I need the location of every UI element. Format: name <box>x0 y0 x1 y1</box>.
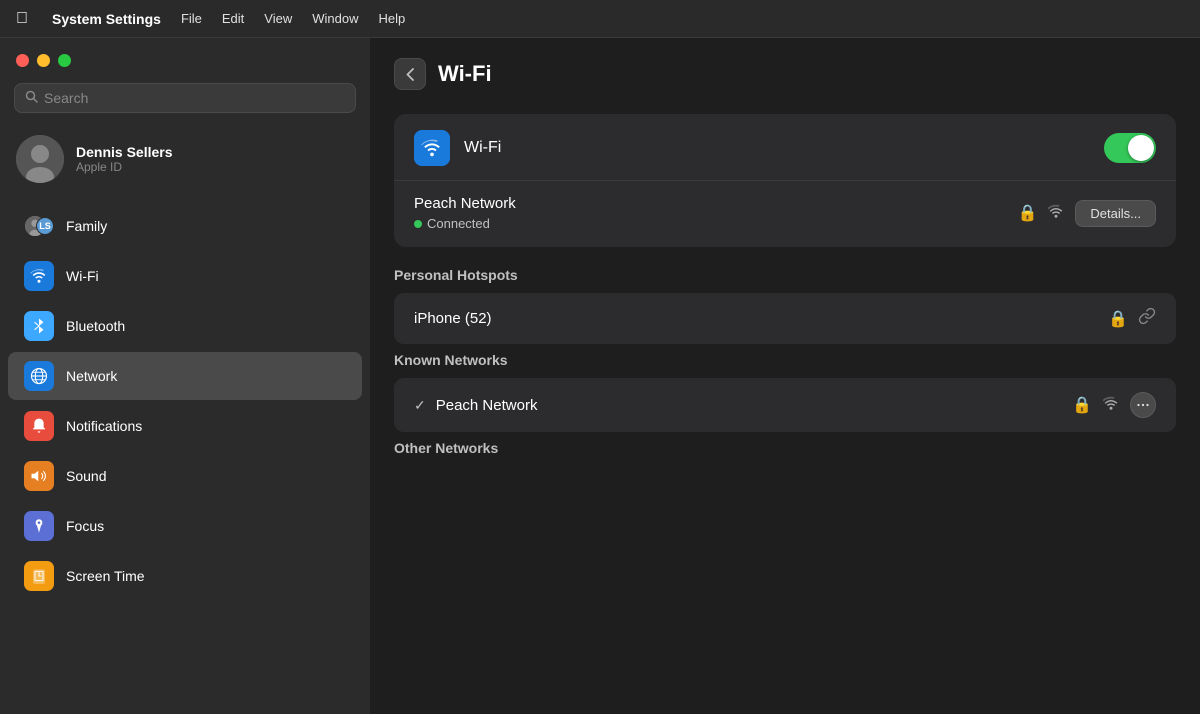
family-avatars-icon: LS <box>24 211 54 241</box>
maximize-button[interactable] <box>58 54 71 67</box>
sidebar-item-label-notifications: Notifications <box>66 418 142 434</box>
known-network-item: ✓ Peach Network 🔒 <box>394 378 1176 432</box>
search-input[interactable]: Search <box>44 90 88 106</box>
avatar <box>16 135 64 183</box>
screentime-icon <box>24 561 54 591</box>
menu-edit[interactable]: Edit <box>222 11 244 26</box>
checkmark-icon: ✓ <box>414 397 426 414</box>
details-button[interactable]: Details... <box>1075 200 1156 227</box>
apple-logo-icon[interactable]:  <box>16 10 28 28</box>
sidebar-item-notifications[interactable]: Notifications <box>8 402 362 450</box>
wifi-main-icon <box>414 130 450 166</box>
hotspot-lock-icon: 🔒 <box>1108 309 1128 329</box>
main-content: Wi-Fi Wi-Fi <box>370 38 1200 714</box>
menu-window[interactable]: Window <box>312 11 358 26</box>
user-name: Dennis Sellers <box>76 144 173 160</box>
divider <box>394 180 1176 181</box>
hotspot-item: iPhone (52) 🔒 <box>394 293 1176 344</box>
wifi-toggle-label: Wi-Fi <box>464 139 501 157</box>
sidebar-item-family[interactable]: LS Family <box>8 202 362 250</box>
connected-badge: Connected <box>414 216 516 231</box>
minimize-button[interactable] <box>37 54 50 67</box>
menu-file[interactable]: File <box>181 11 202 26</box>
search-icon <box>25 90 38 106</box>
hotspot-item-left: iPhone (52) <box>414 310 492 327</box>
close-button[interactable] <box>16 54 29 67</box>
traffic-lights <box>0 54 370 83</box>
user-info: Dennis Sellers Apple ID <box>76 144 173 174</box>
sidebar-item-network[interactable]: Network <box>8 352 362 400</box>
back-button[interactable] <box>394 58 426 90</box>
more-button[interactable] <box>1130 392 1156 418</box>
focus-icon <box>24 511 54 541</box>
menu-view[interactable]: View <box>264 11 292 26</box>
sidebar-item-wifi[interactable]: Wi-Fi <box>8 252 362 300</box>
known-networks-title: Known Networks <box>394 352 1176 368</box>
search-box[interactable]: Search <box>14 83 356 113</box>
notifications-icon <box>24 411 54 441</box>
sidebar-item-label-network: Network <box>66 368 117 384</box>
hotspot-actions: 🔒 <box>1108 307 1156 330</box>
known-network-name: Peach Network <box>436 397 538 414</box>
page-title: Wi-Fi <box>438 61 492 87</box>
sidebar-item-screentime[interactable]: Screen Time <box>8 552 362 600</box>
sidebar-item-label-sound: Sound <box>66 468 106 484</box>
menu-help[interactable]: Help <box>379 11 406 26</box>
hotspot-link-icon <box>1138 307 1156 330</box>
bluetooth-icon <box>24 311 54 341</box>
wifi-toggle[interactable] <box>1104 133 1156 163</box>
connected-network-info: Peach Network Connected <box>414 195 516 231</box>
personal-hotspots-title: Personal Hotspots <box>394 267 1176 283</box>
network-actions: 🔒 Details... <box>1018 200 1157 227</box>
sidebar: Search Dennis Sellers Apple ID <box>0 38 370 714</box>
wifi-toggle-card: Wi-Fi Peach Network Connected 🔒 <box>394 114 1176 247</box>
network-icon <box>24 361 54 391</box>
hotspot-name: iPhone (52) <box>414 310 492 327</box>
sound-icon <box>24 461 54 491</box>
known-network-left: ✓ Peach Network <box>414 397 537 414</box>
menu-bar:  System Settings File Edit View Window … <box>0 0 1200 38</box>
sidebar-item-label-wifi: Wi-Fi <box>66 268 99 284</box>
user-subtitle: Apple ID <box>76 160 173 174</box>
known-lock-icon: 🔒 <box>1072 395 1092 415</box>
wifi-icon <box>24 261 54 291</box>
sidebar-item-label-screentime: Screen Time <box>66 568 145 584</box>
wifi-toggle-row: Wi-Fi <box>414 130 1156 166</box>
connected-network-row: Peach Network Connected 🔒 <box>414 195 1156 231</box>
wifi-left: Wi-Fi <box>414 130 501 166</box>
wifi-signal-icon <box>1047 204 1065 223</box>
toggle-knob <box>1128 135 1154 161</box>
sidebar-item-label-bluetooth: Bluetooth <box>66 318 125 334</box>
sidebar-item-focus[interactable]: Focus <box>8 502 362 550</box>
lock-icon: 🔒 <box>1018 203 1038 223</box>
known-network-actions: 🔒 <box>1072 392 1156 418</box>
user-profile[interactable]: Dennis Sellers Apple ID <box>0 127 370 191</box>
other-networks-title: Other Networks <box>394 440 1176 456</box>
known-wifi-icon <box>1102 396 1120 415</box>
connected-dot <box>414 220 422 228</box>
sidebar-item-bluetooth[interactable]: Bluetooth <box>8 302 362 350</box>
sidebar-item-sound[interactable]: Sound <box>8 452 362 500</box>
page-header: Wi-Fi <box>394 58 1176 90</box>
connected-status: Connected <box>427 216 490 231</box>
connected-network-name: Peach Network <box>414 195 516 212</box>
sidebar-item-label-focus: Focus <box>66 518 104 534</box>
window: Search Dennis Sellers Apple ID <box>0 38 1200 714</box>
app-name: System Settings <box>52 11 161 27</box>
sidebar-item-label-family: Family <box>66 218 107 234</box>
